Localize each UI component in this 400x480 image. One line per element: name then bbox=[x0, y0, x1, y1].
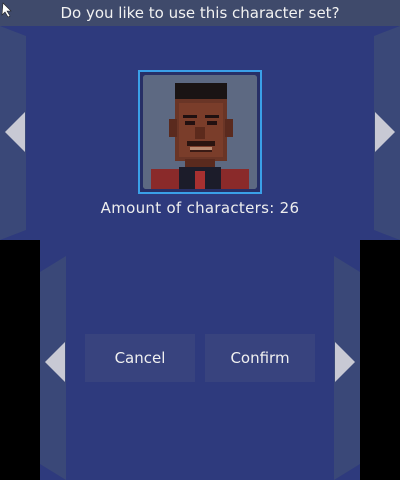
face-icon bbox=[143, 75, 257, 189]
previous-set-arrow-icon[interactable] bbox=[4, 112, 26, 152]
character-count-text: Amount of characters: 26 bbox=[100, 199, 300, 217]
character-portrait-frame bbox=[138, 70, 262, 194]
bottom-previous-arrow-icon[interactable] bbox=[44, 342, 66, 382]
bottom-screen: Cancel Confirm bbox=[40, 240, 360, 480]
bottom-next-arrow-icon[interactable] bbox=[334, 342, 356, 382]
cancel-button[interactable]: Cancel bbox=[85, 334, 195, 382]
page-title: Do you like to use this character set? bbox=[60, 4, 340, 22]
top-screen: Do you like to use this character set? A… bbox=[0, 0, 400, 240]
next-set-arrow-icon[interactable] bbox=[374, 112, 396, 152]
confirm-button[interactable]: Confirm bbox=[205, 334, 315, 382]
character-portrait bbox=[143, 75, 257, 189]
